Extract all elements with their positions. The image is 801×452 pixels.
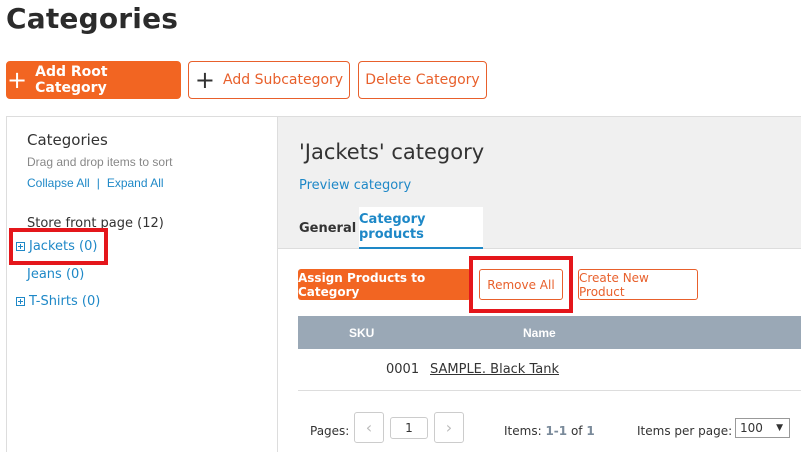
- plus-icon: +: [7, 66, 28, 94]
- tree-heading: Categories: [27, 131, 108, 149]
- tree-controls: Collapse All | Expand All: [27, 176, 164, 190]
- page-title: Categories: [6, 2, 179, 35]
- next-page-button[interactable]: ›: [434, 412, 464, 443]
- chevron-right-icon: ›: [445, 418, 453, 437]
- tree-item-label: T-Shirts (0): [29, 294, 101, 309]
- categories-panel: Categories Drag and drop items to sort C…: [6, 116, 801, 452]
- add-subcategory-button[interactable]: + Add Subcategory: [188, 61, 350, 99]
- pages-label: Pages:: [310, 424, 350, 438]
- expand-all-link[interactable]: Expand All: [107, 176, 164, 190]
- plus-icon: +: [194, 66, 216, 94]
- collapse-all-link[interactable]: Collapse All: [27, 176, 90, 190]
- category-title: 'Jackets' category: [299, 140, 485, 164]
- items-per-page-value: 100: [740, 421, 763, 435]
- add-root-category-label: Add Root Category: [35, 64, 108, 96]
- column-header-sku[interactable]: SKU: [349, 326, 374, 340]
- separator: |: [96, 176, 100, 190]
- tab-category-products[interactable]: Category products: [359, 207, 483, 249]
- items-per-page-label: Items per page:: [637, 424, 733, 438]
- items-per-page-select[interactable]: 100 ▼: [735, 418, 790, 438]
- create-new-product-button[interactable]: Create New Product: [578, 269, 698, 300]
- items-range: 1-1: [545, 424, 568, 438]
- pagination: Pages: ‹ 1 › Items: 1-1 of 1 Items per p…: [298, 412, 801, 446]
- column-header-name[interactable]: Name: [523, 326, 556, 340]
- highlight-box-jackets: [9, 228, 108, 265]
- items-label: Items:: [504, 424, 542, 438]
- tree-hint: Drag and drop items to sort: [27, 155, 173, 169]
- preview-category-link[interactable]: Preview category: [299, 178, 411, 193]
- prev-page-button[interactable]: ‹: [354, 412, 384, 443]
- items-count: Items: 1-1 of 1: [504, 424, 595, 438]
- tab-general[interactable]: General: [299, 207, 356, 249]
- table-row: 0001 SAMPLE. Black Tank: [298, 349, 801, 391]
- tree-item-jeans[interactable]: Jeans (0): [27, 267, 84, 282]
- assign-products-button[interactable]: Assign Products to Category: [298, 269, 471, 300]
- page-number-input[interactable]: 1: [390, 417, 428, 439]
- category-tree-pane: Categories Drag and drop items to sort C…: [7, 117, 278, 452]
- tree-item-tshirts[interactable]: T-Shirts (0): [16, 294, 100, 309]
- add-subcategory-label: Add Subcategory: [223, 72, 344, 88]
- items-total: 1: [586, 424, 595, 438]
- row-sku: 0001: [386, 362, 420, 377]
- items-of: of: [570, 424, 583, 438]
- tree-item-label: Jeans (0): [27, 267, 85, 282]
- row-product-name-link[interactable]: SAMPLE. Black Tank: [430, 362, 559, 377]
- delete-category-button[interactable]: Delete Category: [358, 61, 487, 99]
- expand-tree-icon[interactable]: [16, 297, 25, 306]
- add-root-category-button[interactable]: + Add Root Category: [6, 61, 181, 99]
- products-table-header: SKU Name: [298, 316, 801, 349]
- highlight-box-remove-all: [469, 256, 573, 313]
- chevron-down-icon: ▼: [776, 423, 783, 433]
- chevron-left-icon: ‹: [365, 418, 373, 437]
